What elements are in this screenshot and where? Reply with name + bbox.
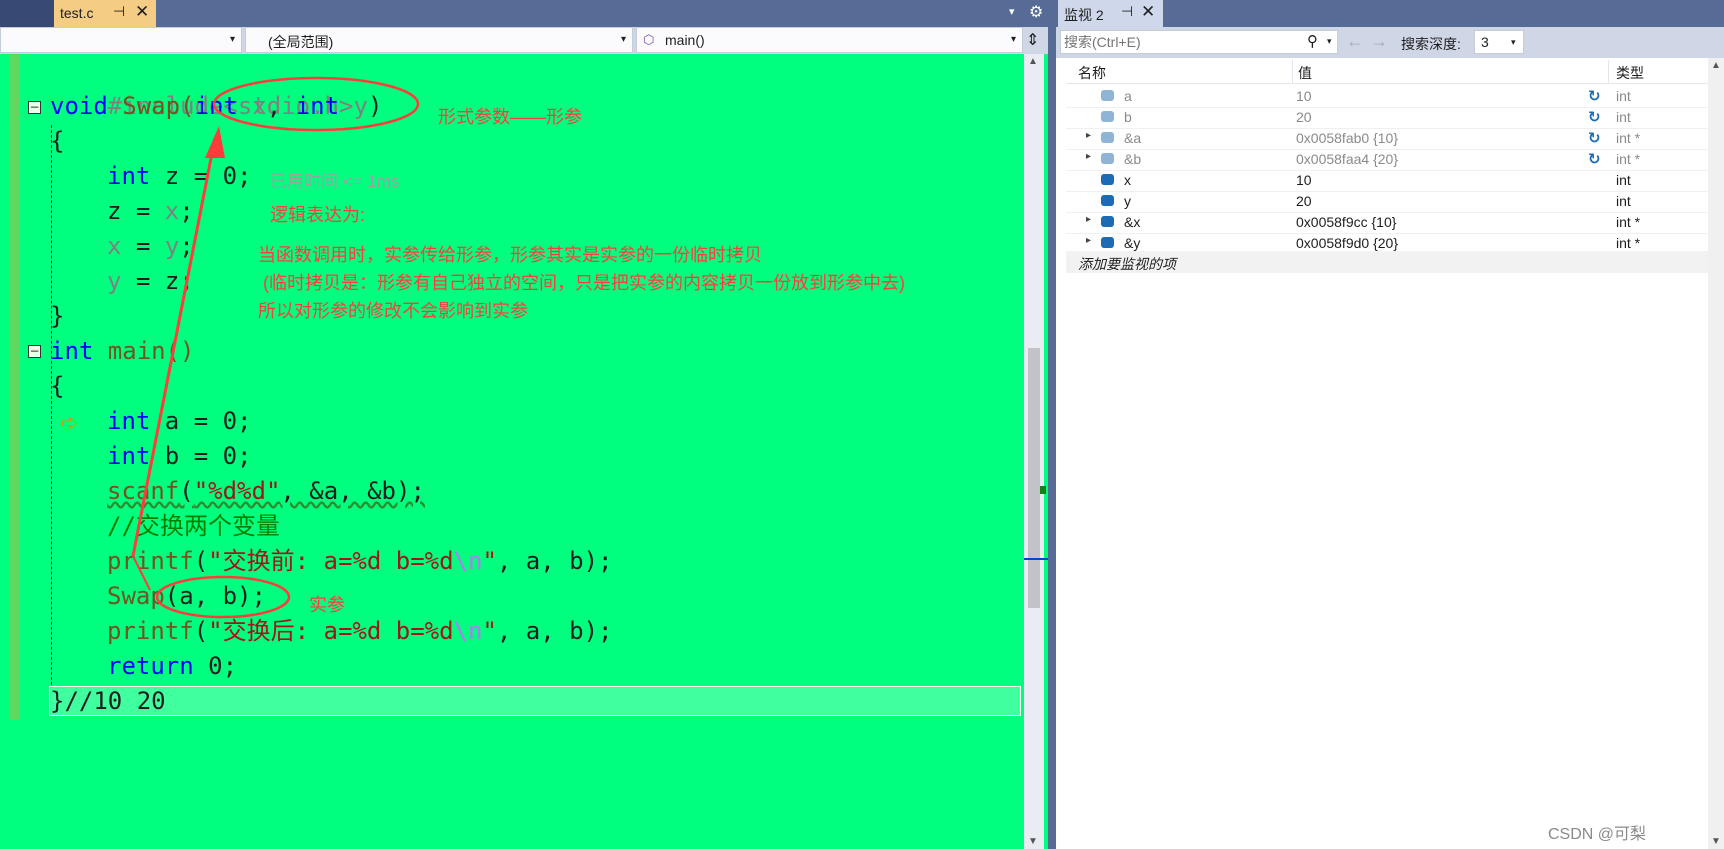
scroll-position-marker bbox=[1040, 486, 1046, 494]
watch-name: &y bbox=[1124, 235, 1141, 251]
back-arrow-icon[interactable]: ← bbox=[1346, 31, 1364, 52]
watch-row[interactable]: ▸ &x 0x0058f9cc {10} int * bbox=[1066, 212, 1716, 234]
add-watch-label: 添加要监视的项 bbox=[1078, 256, 1176, 272]
column-header-type[interactable]: 类型 bbox=[1616, 63, 1644, 83]
scroll-down-icon[interactable]: ▼ bbox=[1711, 836, 1721, 847]
chevron-down-icon: ▾ bbox=[1511, 37, 1516, 47]
watch-type: int * bbox=[1616, 235, 1641, 251]
watch-row[interactable]: ▸ &b 0x0058faa4 {20} ↻ int * bbox=[1066, 149, 1716, 171]
watch-name: a bbox=[1124, 88, 1132, 104]
actual-param-circle bbox=[155, 575, 291, 619]
pane-splitter[interactable] bbox=[1048, 0, 1056, 849]
watch-name: &b bbox=[1124, 151, 1142, 167]
chevron-down-icon[interactable]: ▾ bbox=[1327, 36, 1332, 47]
expand-icon[interactable]: ▸ bbox=[1086, 151, 1091, 162]
add-watch-item[interactable]: 添加要监视的项 bbox=[1066, 251, 1716, 273]
watch-search-box[interactable]: ⚲ ▾ bbox=[1060, 30, 1338, 54]
variable-icon bbox=[1101, 132, 1114, 143]
elapsed-time-hint: 已用时间 <= 1ms bbox=[270, 172, 400, 191]
watch-value[interactable]: 10 bbox=[1296, 172, 1312, 188]
watch-name: x bbox=[1124, 172, 1131, 188]
column-divider[interactable] bbox=[1292, 60, 1293, 83]
search-depth-label: 搜索深度: bbox=[1401, 36, 1461, 52]
watch-type: int bbox=[1616, 172, 1631, 188]
annotation-line-3: 所以对形参的修改不会影响到实参 bbox=[258, 301, 528, 321]
annotation-line-1: 当函数调用时，实参传给形参，形参其实是实参的一份临时拷贝 bbox=[258, 245, 762, 265]
refresh-icon[interactable]: ↻ bbox=[1588, 129, 1601, 147]
watch-value[interactable]: 0x0058fab0 {10} bbox=[1296, 130, 1398, 146]
variable-icon bbox=[1101, 174, 1114, 185]
annotation-line-2: (临时拷贝是：形参有自己独立的空间，只是把实参的内容拷贝一份放到形参中去) bbox=[263, 273, 905, 293]
formal-param-circle bbox=[212, 76, 420, 132]
scrollbar-thumb[interactable] bbox=[1028, 348, 1040, 608]
watch-name: b bbox=[1124, 109, 1132, 125]
search-depth-value: 3 bbox=[1481, 34, 1489, 50]
search-icon[interactable]: ⚲ bbox=[1307, 32, 1318, 50]
watch-name: &x bbox=[1124, 214, 1141, 230]
watch-name: y bbox=[1124, 193, 1131, 209]
forward-arrow-icon[interactable]: → bbox=[1370, 31, 1388, 52]
search-input[interactable] bbox=[1064, 32, 1289, 52]
watch-toolbar: ⚲ ▾ ← → 搜索深度: 3 ▾ bbox=[1056, 27, 1724, 58]
watch-value[interactable]: 20 bbox=[1296, 109, 1312, 125]
watch-table-header: 名称 值 类型 bbox=[1066, 60, 1716, 84]
watch-type: int * bbox=[1616, 151, 1641, 167]
search-depth-select[interactable]: 3 ▾ bbox=[1474, 30, 1524, 54]
annotation-logic-title: 逻辑表达为: bbox=[270, 205, 366, 225]
watch-value[interactable]: 20 bbox=[1296, 193, 1312, 209]
variable-icon bbox=[1101, 111, 1114, 122]
watch-row[interactable]: x 10 int bbox=[1066, 170, 1716, 192]
watch-value[interactable]: 10 bbox=[1296, 88, 1312, 104]
scroll-up-icon[interactable]: ▲ bbox=[1711, 60, 1721, 71]
watch-value[interactable]: 0x0058f9d0 {20} bbox=[1296, 235, 1398, 251]
watch-type: int * bbox=[1616, 214, 1641, 230]
column-header-value[interactable]: 值 bbox=[1298, 63, 1312, 83]
variable-icon bbox=[1101, 237, 1114, 248]
refresh-icon[interactable]: ↻ bbox=[1588, 150, 1601, 168]
watch-type: int bbox=[1616, 88, 1631, 104]
watch-value[interactable]: 0x0058f9cc {10} bbox=[1296, 214, 1396, 230]
annotation-actual-param: 实参 bbox=[309, 595, 345, 615]
watch-name: &a bbox=[1124, 130, 1142, 146]
variable-icon bbox=[1101, 216, 1114, 227]
caret-position-marker bbox=[1024, 558, 1048, 560]
column-divider[interactable] bbox=[1608, 60, 1609, 83]
refresh-icon[interactable]: ↻ bbox=[1588, 87, 1601, 105]
watch-row[interactable]: y 20 int bbox=[1066, 191, 1716, 213]
expand-icon[interactable]: ▸ bbox=[1086, 130, 1091, 141]
tab-watch-2[interactable]: 监视 2 ⊣ ✕ bbox=[1058, 0, 1163, 27]
arrow-shaft bbox=[131, 137, 217, 557]
close-icon[interactable]: ✕ bbox=[1141, 2, 1155, 22]
variable-icon bbox=[1101, 195, 1114, 206]
watch-type: int * bbox=[1616, 130, 1641, 146]
variable-icon bbox=[1101, 90, 1114, 101]
watch-window: 监视 2 ⊣ ✕ ⚲ ▾ ← → 搜索深度: 3 ▾ 名称 值 类型 a 10 … bbox=[1056, 0, 1724, 849]
annotation-formal-param: 形式参数——形参 bbox=[438, 107, 582, 127]
watch-tab-strip: 监视 2 ⊣ ✕ bbox=[1056, 0, 1724, 27]
expand-icon[interactable]: ▸ bbox=[1086, 235, 1091, 246]
watch-type: int bbox=[1616, 193, 1631, 209]
watch-row[interactable]: b 20 ↻ int bbox=[1066, 107, 1716, 129]
watch-row[interactable]: ▸ &a 0x0058fab0 {10} ↻ int * bbox=[1066, 128, 1716, 150]
editor-pane: test.c ⊣ ✕ ▾ ⚙ ▾ (全局范围) ▾ ⬡ main() ▾ ⇕ −… bbox=[0, 0, 1048, 849]
scroll-up-icon[interactable]: ▲ bbox=[1028, 56, 1038, 67]
arrow-head bbox=[205, 126, 225, 158]
watch-vertical-scrollbar[interactable]: ▲ ▼ bbox=[1708, 58, 1724, 849]
editor-vertical-scrollbar[interactable]: ▲ ▼ bbox=[1024, 54, 1044, 849]
column-header-name[interactable]: 名称 bbox=[1078, 63, 1106, 83]
scroll-down-icon[interactable]: ▼ bbox=[1028, 836, 1038, 847]
watch-type: int bbox=[1616, 109, 1631, 125]
refresh-icon[interactable]: ↻ bbox=[1588, 108, 1601, 126]
pin-icon[interactable]: ⊣ bbox=[1121, 3, 1133, 20]
tab-label: 监视 2 bbox=[1064, 7, 1104, 23]
watermark: CSDN @可梨 bbox=[1548, 826, 1647, 843]
watch-value[interactable]: 0x0058faa4 {20} bbox=[1296, 151, 1398, 167]
variable-icon bbox=[1101, 153, 1114, 164]
expand-icon[interactable]: ▸ bbox=[1086, 214, 1091, 225]
arrow-tail bbox=[132, 555, 151, 591]
watch-row[interactable]: a 10 ↻ int bbox=[1066, 86, 1716, 108]
